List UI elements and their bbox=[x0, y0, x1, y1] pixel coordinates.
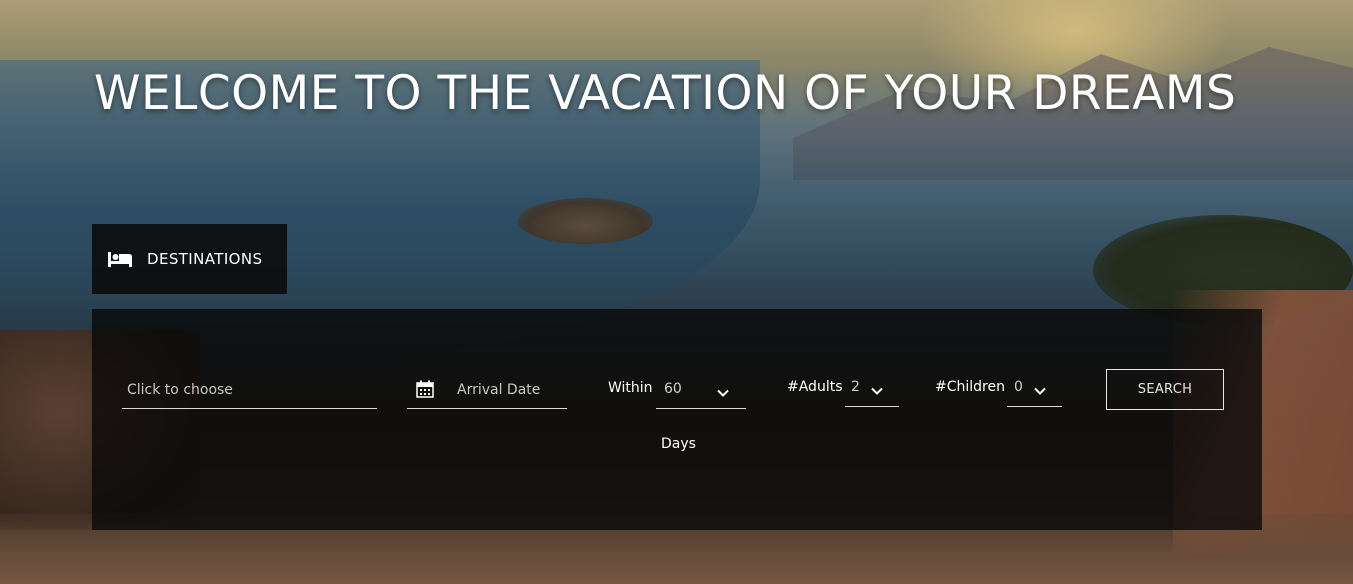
children-select[interactable]: 0 bbox=[1007, 369, 1062, 407]
adults-label: #Adults bbox=[787, 379, 843, 395]
destination-input[interactable] bbox=[122, 372, 377, 409]
search-panel bbox=[92, 309, 1262, 530]
within-select-value: 60 bbox=[664, 381, 682, 397]
within-days-suffix: Days bbox=[661, 436, 696, 452]
chevron-down-icon bbox=[1034, 382, 1046, 395]
arrival-date-field[interactable] bbox=[407, 372, 567, 409]
bed-icon bbox=[107, 249, 133, 269]
tab-destinations-label: DESTINATIONS bbox=[147, 250, 263, 268]
within-label: Within bbox=[608, 380, 653, 396]
within-select[interactable]: 60 bbox=[656, 371, 746, 409]
adults-select[interactable]: 2 bbox=[845, 369, 899, 407]
chevron-down-icon bbox=[871, 382, 883, 395]
hero-section: WELCOME TO THE VACATION OF YOUR DREAMS D… bbox=[0, 0, 1353, 584]
calendar-icon bbox=[416, 380, 434, 398]
adults-select-value: 2 bbox=[851, 379, 860, 395]
chevron-down-icon bbox=[717, 384, 729, 397]
children-select-value: 0 bbox=[1014, 379, 1023, 395]
arrival-date-input[interactable] bbox=[451, 372, 561, 408]
tab-destinations[interactable]: DESTINATIONS bbox=[92, 224, 287, 294]
search-button[interactable]: SEARCH bbox=[1106, 369, 1224, 410]
hero-title: WELCOME TO THE VACATION OF YOUR DREAMS bbox=[94, 66, 1237, 121]
children-label: #Children bbox=[935, 379, 1005, 395]
